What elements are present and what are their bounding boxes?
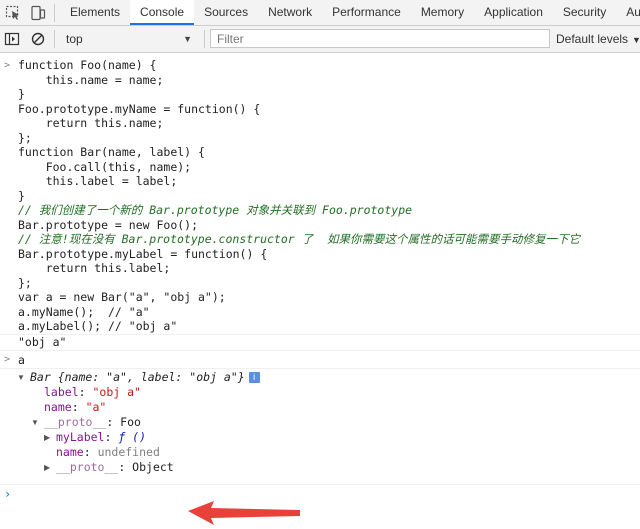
tab-application[interactable]: Application [474, 0, 553, 25]
tab-list: Elements Console Sources Network Perform… [60, 0, 640, 26]
object-property: name: "a" [44, 400, 107, 414]
console-output[interactable]: > function Foo(name) { this.name = name;… [0, 53, 640, 529]
context-value: top [66, 32, 83, 46]
property-value: undefined [97, 445, 160, 459]
console-input-entry: > a [0, 351, 640, 369]
show-sidebar-icon[interactable] [4, 31, 20, 47]
code-line: Foo.call(this, name); [18, 159, 192, 174]
console-prompt-icon[interactable]: › [4, 487, 11, 501]
property-key: __proto__ [44, 415, 107, 429]
input-prompt-icon: > [4, 354, 11, 365]
tab-console[interactable]: Console [130, 0, 195, 25]
log-levels-label: Default levels [556, 32, 629, 46]
code-line: a.myName(); // "a" [18, 304, 150, 319]
property-key: myLabel [56, 430, 105, 444]
proto-child-property[interactable]: __proto__: Object [56, 460, 174, 475]
expanded-triangle-icon[interactable]: ▼ [31, 418, 39, 427]
proto-child-property[interactable]: myLabel: ƒ () [56, 430, 146, 445]
code-line: Bar.prototype = new Foo(); [18, 217, 199, 232]
result-value: "obj a" [18, 335, 67, 349]
code-line: this.name = name; [18, 72, 164, 87]
clear-console-icon[interactable] [30, 31, 46, 47]
expanded-triangle-icon[interactable]: ▼ [17, 373, 25, 382]
code-comment: // 注意!现在没有 Bar.prototype.constructor 了 如… [18, 232, 580, 246]
toolbar-separator [54, 30, 55, 48]
inspect-element-icon[interactable] [5, 5, 21, 21]
property-value: Object [132, 460, 174, 474]
code-line: } [18, 188, 25, 203]
property-key: label [44, 385, 79, 399]
collapsed-triangle-icon[interactable]: ▶ [44, 433, 50, 442]
chevron-down-icon: ▼ [632, 35, 640, 45]
code-comment: // 我们创建了一个新的 Bar.prototype 对象并关联到 Foo.pr… [18, 203, 413, 217]
tab-separator [54, 4, 55, 22]
object-property: label: "obj a" [44, 385, 141, 399]
filter-input[interactable] [210, 29, 550, 48]
proto-child-property: name: undefined [56, 445, 160, 459]
code-line: this.label = label; [18, 174, 178, 188]
devtools-tab-bar: Elements Console Sources Network Perform… [0, 0, 640, 26]
tab-elements[interactable]: Elements [60, 0, 130, 25]
log-levels-dropdown[interactable]: Default levels ▼ [556, 29, 640, 49]
property-value: Foo [120, 415, 141, 429]
tab-audits[interactable]: Audi [616, 0, 640, 25]
code-line: }; [18, 130, 32, 145]
input-expression: a [18, 353, 25, 367]
chevron-down-icon: ▼ [183, 34, 192, 44]
tab-network[interactable]: Network [258, 0, 322, 25]
code-block: function Foo(name) { this.name = name; }… [18, 58, 580, 334]
tab-memory[interactable]: Memory [411, 0, 474, 25]
console-input-entry: > function Foo(name) { this.name = name;… [0, 53, 640, 335]
proto-property[interactable]: __proto__: Foo [44, 415, 141, 430]
object-preview: {name: "a", label: "obj a"} [57, 370, 245, 384]
console-result-entry: "obj a" [0, 335, 640, 351]
property-key: name [56, 445, 84, 459]
code-line: function Foo(name) { [18, 58, 157, 72]
object-summary[interactable]: Bar {name: "a", label: "obj a"} i [30, 370, 260, 385]
tab-security[interactable]: Security [553, 0, 616, 25]
code-line: Foo.prototype.myName = function() { [18, 101, 261, 116]
toolbar-separator [204, 30, 205, 48]
code-line: Bar.prototype.myLabel = function() { [18, 246, 268, 261]
tab-sources[interactable]: Sources [194, 0, 258, 25]
annotation-arrow-icon [188, 501, 300, 525]
code-line: return this.name; [18, 116, 164, 130]
property-key: __proto__ [56, 460, 119, 474]
code-line: var a = new Bar("a", "obj a"); [18, 290, 226, 304]
code-line: }; [18, 275, 32, 290]
device-toolbar-icon[interactable] [30, 5, 46, 21]
code-line: a.myLabel(); // "obj a" [18, 319, 178, 333]
code-line: function Bar(name, label) { [18, 145, 205, 159]
collapsed-triangle-icon[interactable]: ▶ [44, 463, 50, 472]
property-value: ƒ () [118, 430, 147, 444]
console-toolbar: top ▼ Default levels▼ [0, 26, 640, 53]
property-key: name [44, 400, 72, 414]
info-icon[interactable]: i [248, 372, 260, 383]
tab-performance[interactable]: Performance [322, 0, 411, 25]
property-value: "obj a" [92, 385, 141, 399]
object-class-name: Bar [30, 370, 51, 384]
code-line: return this.label; [18, 261, 171, 275]
property-value: "a" [85, 400, 107, 414]
context-selector[interactable]: top ▼ [60, 29, 198, 49]
object-inspector: ▼ Bar {name: "a", label: "obj a"} i label… [0, 369, 640, 485]
code-line: } [18, 87, 25, 101]
input-prompt-icon: > [4, 60, 11, 71]
